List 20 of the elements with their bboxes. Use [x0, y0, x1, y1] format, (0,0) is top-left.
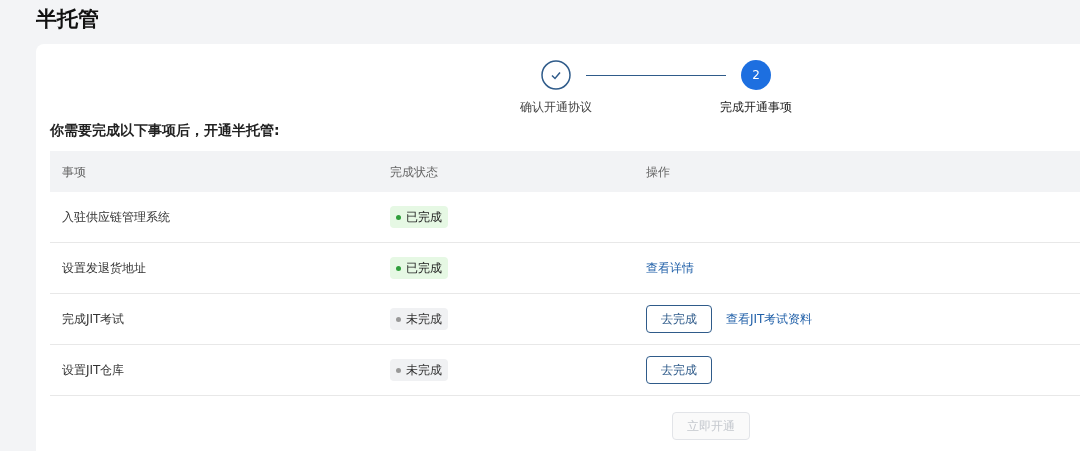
table-cell: 入驻供应链管理系统 [62, 210, 170, 224]
step-label: 完成开通事项 [720, 99, 792, 116]
status-badge: 已完成 [390, 257, 448, 279]
status-badge: 未完成 [390, 308, 448, 330]
table-cell: 完成JIT考试 [62, 312, 125, 326]
complete-button[interactable]: 去完成 [646, 356, 712, 384]
instruction-text: 你需要完成以下事项后，开通半托管: [50, 121, 281, 140]
table-cell: 设置发退货地址 [62, 261, 146, 275]
table-cell: 设置JIT仓库 [62, 363, 125, 377]
column-header: 操作 [646, 164, 670, 179]
column-header: 事项 [62, 164, 86, 179]
step-number: 2 [741, 60, 771, 90]
details-link[interactable]: 查看详情 [646, 259, 694, 277]
step-label: 确认开通协议 [520, 99, 592, 116]
status-badge: 已完成 [390, 206, 448, 228]
complete-button[interactable]: 去完成 [646, 305, 712, 333]
column-header: 完成状态 [390, 164, 438, 179]
page-title: 半托管 [36, 6, 99, 33]
status-badge: 未完成 [390, 359, 448, 381]
details-link[interactable]: 查看JIT考试资料 [726, 310, 813, 328]
